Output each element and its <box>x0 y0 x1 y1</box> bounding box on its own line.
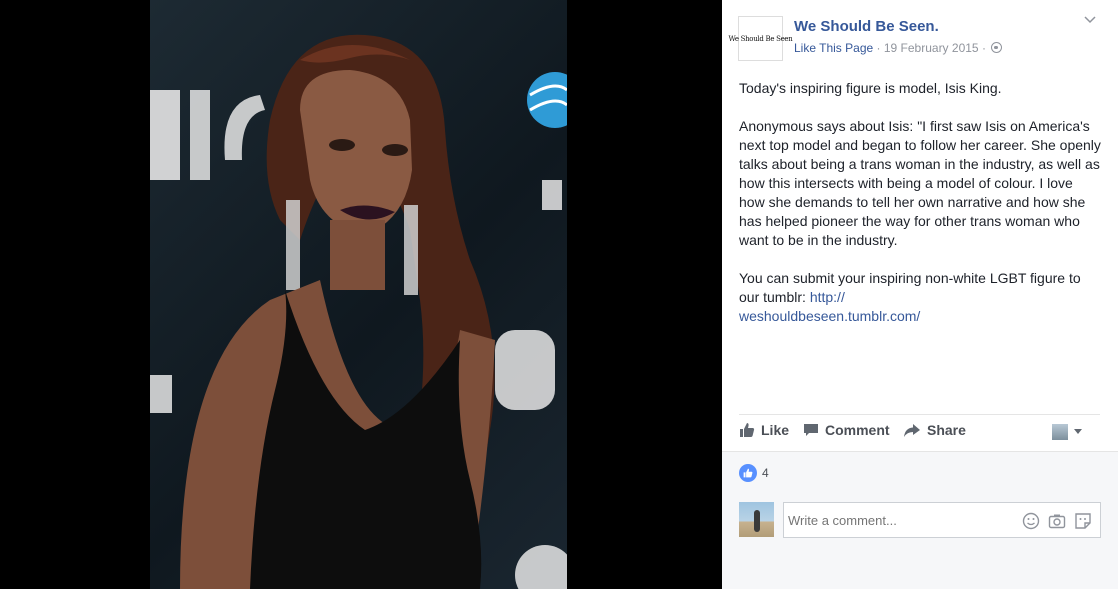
share-button[interactable]: Share <box>903 422 966 438</box>
comment-bubble-icon <box>804 424 818 436</box>
like-count: 4 <box>762 466 769 480</box>
like-label: Like <box>761 422 790 438</box>
comment-tools <box>1022 512 1092 530</box>
post-actions: Like Comment Share <box>739 420 1100 444</box>
viewer-avatar[interactable] <box>1052 424 1068 440</box>
photo-viewer <box>0 0 722 589</box>
like-button[interactable]: Like <box>739 422 789 438</box>
meta-separator: · <box>876 41 881 55</box>
post-meta: Like This Page · 19 February 2015 · <box>794 41 1003 55</box>
page-logo-text: We Should Be Seen <box>728 34 793 43</box>
post-body: Today's inspiring figure is model, Isis … <box>739 79 1101 345</box>
post-paragraph-submit: You can submit your inspiring non-white … <box>739 269 1101 326</box>
share-arrow-icon <box>904 424 920 437</box>
post-date[interactable]: 19 February 2015 <box>884 41 979 55</box>
portrait-image <box>150 34 567 589</box>
like-reaction-icon <box>739 464 757 482</box>
camera-icon[interactable] <box>1048 512 1066 530</box>
page-avatar[interactable]: We Should Be Seen <box>729 16 793 61</box>
meta-separator-2: · <box>981 41 986 55</box>
submit-text: You can submit your inspiring non-white … <box>739 270 1081 305</box>
sticker-icon[interactable] <box>1074 512 1092 530</box>
like-this-page-link[interactable]: Like This Page <box>794 41 873 55</box>
comment-box[interactable] <box>783 502 1101 538</box>
post-photo[interactable] <box>150 0 567 589</box>
feedback-section: 4 <box>722 451 1118 589</box>
thumbs-up-icon <box>740 423 755 437</box>
post-paragraph: Today's inspiring figure is model, Isis … <box>739 80 1002 96</box>
comment-label: Comment <box>825 422 890 438</box>
comment-input[interactable] <box>788 513 998 528</box>
post-details-panel: We Should Be Seen We Should Be Seen. Lik… <box>722 0 1118 589</box>
share-label: Share <box>927 422 966 438</box>
page-name-link[interactable]: We Should Be Seen. <box>794 18 939 35</box>
post-paragraph: Anonymous says about Isis: "I first saw … <box>739 118 1101 248</box>
comment-composer <box>739 502 1101 538</box>
emoji-icon[interactable] <box>1022 512 1040 530</box>
globe-icon <box>991 42 1003 53</box>
caret-down-icon[interactable] <box>1074 429 1082 434</box>
reaction-summary[interactable]: 4 <box>739 464 769 482</box>
divider <box>739 414 1100 415</box>
chevron-down-icon[interactable] <box>1084 14 1096 26</box>
comment-button[interactable]: Comment <box>803 422 890 438</box>
commenter-avatar[interactable] <box>739 502 774 537</box>
